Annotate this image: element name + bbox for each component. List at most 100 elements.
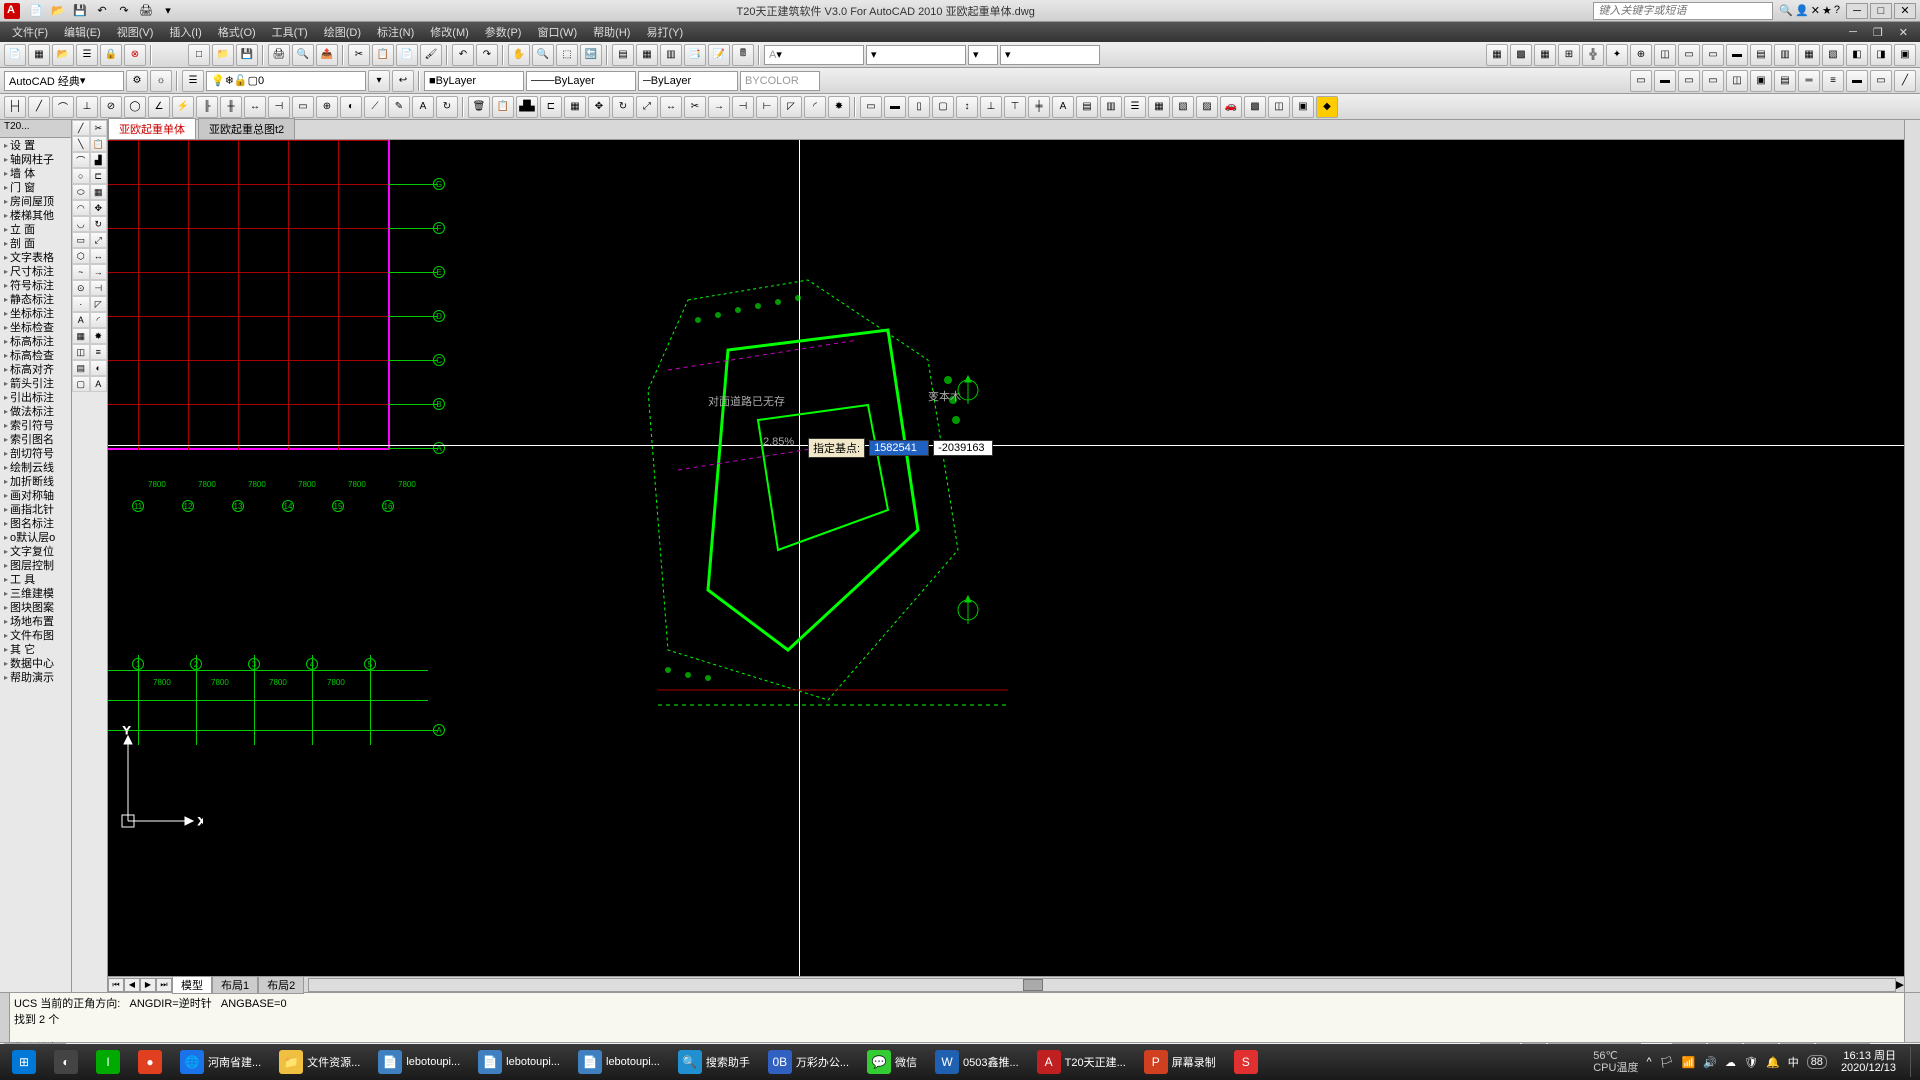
tb2-r8-icon[interactable]: ═ <box>1798 70 1820 92</box>
layout-last-icon[interactable]: ⏭ <box>156 978 172 992</box>
taskbar-item-11[interactable]: 💬微信 <box>859 1047 925 1077</box>
t3-17-icon[interactable]: ▩ <box>1244 96 1266 118</box>
mod-offset-icon[interactable]: ⊏ <box>540 96 562 118</box>
tb-props-icon[interactable]: ▤ <box>612 44 634 66</box>
tb-preview-icon[interactable]: 🔍 <box>292 44 314 66</box>
tb-match-icon[interactable]: 🖌 <box>420 44 442 66</box>
tangent-item-4[interactable]: 房间屋顶 <box>0 194 71 208</box>
tb-toolpal-icon[interactable]: ▥ <box>660 44 682 66</box>
tb2-r9-icon[interactable]: ≡ <box>1822 70 1844 92</box>
modify-tool-12[interactable]: ◜ <box>90 312 108 328</box>
draw-tool-8[interactable]: ⬡ <box>72 248 90 264</box>
t3-16-icon[interactable]: 🚗 <box>1220 96 1242 118</box>
tangent-item-9[interactable]: 尺寸标注 <box>0 264 71 278</box>
tb-r14-icon[interactable]: ▦ <box>1798 44 1820 66</box>
tb-r10-icon[interactable]: ▭ <box>1702 44 1724 66</box>
menu-dimension[interactable]: 标注(N) <box>369 22 422 42</box>
tangent-item-18[interactable]: 引出标注 <box>0 390 71 404</box>
tangent-item-30[interactable]: 图层控制 <box>0 558 71 572</box>
dim-insp-icon[interactable]: ◐ <box>340 96 362 118</box>
t3-6-icon[interactable]: ⊥ <box>980 96 1002 118</box>
plotstyle-combo[interactable]: BYCOLOR <box>740 71 820 91</box>
tangent-item-6[interactable]: 立 面 <box>0 222 71 236</box>
mod-trim-icon[interactable]: ✂ <box>684 96 706 118</box>
modify-tool-4[interactable]: ▦ <box>90 184 108 200</box>
tray-app3-icon[interactable]: 🔔 <box>1766 1056 1780 1069</box>
tangent-item-14[interactable]: 标高标注 <box>0 334 71 348</box>
layout-prev-icon[interactable]: ◀ <box>124 978 140 992</box>
taskbar-clock[interactable]: 16:13 周日2020/12/13 <box>1835 1050 1902 1074</box>
sign-in-icon[interactable]: 👤 <box>1795 4 1809 17</box>
linetype-combo[interactable]: ─── ByLayer <box>526 71 636 91</box>
tb-copy-icon[interactable]: 📋 <box>372 44 394 66</box>
cmdline-handle[interactable] <box>0 993 10 1042</box>
qat-dropdown-icon[interactable]: ▾ <box>158 2 178 20</box>
tb-sheet-icon[interactable]: ▦ <box>28 44 50 66</box>
tb-layer-icon[interactable]: ☰ <box>76 44 98 66</box>
tangent-item-28[interactable]: o默认层o <box>0 530 71 544</box>
ws-gear-icon[interactable]: ☼ <box>150 70 172 92</box>
draw-tool-10[interactable]: ⊙ <box>72 280 90 296</box>
t3-2-icon[interactable]: ▬ <box>884 96 906 118</box>
t3-14-icon[interactable]: ▧ <box>1172 96 1194 118</box>
tangent-item-17[interactable]: 箭头引注 <box>0 376 71 390</box>
t3-19-icon[interactable]: ▣ <box>1292 96 1314 118</box>
taskbar-item-2[interactable]: I <box>88 1047 128 1077</box>
menu-help[interactable]: 帮助(H) <box>585 22 638 42</box>
tb-r1-icon[interactable]: ▦ <box>1486 44 1508 66</box>
tb-close-icon[interactable]: ⊗ <box>124 44 146 66</box>
draw-tool-3[interactable]: ○ <box>72 168 90 184</box>
tb-publish-icon[interactable]: 📤 <box>316 44 338 66</box>
tb-r18-icon[interactable]: ▣ <box>1894 44 1916 66</box>
tangent-item-12[interactable]: 坐标标注 <box>0 306 71 320</box>
layout-first-icon[interactable]: ⏮ <box>108 978 124 992</box>
dyn-input-x[interactable]: 1582541 <box>869 440 929 456</box>
tb-new-icon[interactable]: 📄 <box>4 44 26 66</box>
t3-8-icon[interactable]: ╪ <box>1028 96 1050 118</box>
tangent-item-10[interactable]: 符号标注 <box>0 278 71 292</box>
tb-r15-icon[interactable]: ▧ <box>1822 44 1844 66</box>
t3-3-icon[interactable]: ▯ <box>908 96 930 118</box>
tangent-item-13[interactable]: 坐标检查 <box>0 320 71 334</box>
tb2-r2-icon[interactable]: ▬ <box>1654 70 1676 92</box>
mod-extend-icon[interactable]: → <box>708 96 730 118</box>
tangent-item-38[interactable]: 帮助演示 <box>0 670 71 684</box>
tb-cut-icon[interactable]: ✂ <box>348 44 370 66</box>
menu-tools[interactable]: 工具(T) <box>264 22 316 42</box>
tangent-item-11[interactable]: 静态标注 <box>0 292 71 306</box>
maximize-button[interactable]: □ <box>1870 3 1892 19</box>
infocenter-icon[interactable]: 🔍 <box>1779 4 1793 17</box>
tray-app2-icon[interactable]: 🛡 <box>1744 1056 1758 1069</box>
mod-move-icon[interactable]: ✥ <box>588 96 610 118</box>
tb-r3-icon[interactable]: ▦ <box>1534 44 1556 66</box>
taskbar-item-1[interactable]: ◐ <box>46 1047 86 1077</box>
layer-combo[interactable]: 💡❄🔓▢ 0 <box>206 71 366 91</box>
dim-edit-icon[interactable]: ✎ <box>388 96 410 118</box>
mod-stretch-icon[interactable]: ↔ <box>660 96 682 118</box>
draw-tool-7[interactable]: ▭ <box>72 232 90 248</box>
tangent-item-19[interactable]: 做法标注 <box>0 404 71 418</box>
tb2-r3-icon[interactable]: ▭ <box>1678 70 1700 92</box>
tangent-item-29[interactable]: 文字复位 <box>0 544 71 558</box>
taskbar-item-3[interactable]: ● <box>130 1047 170 1077</box>
cmdline-scroll[interactable] <box>1904 993 1920 1042</box>
qat-print-icon[interactable]: 🖨 <box>136 2 156 20</box>
draw-tool-9[interactable]: ~ <box>72 264 90 280</box>
draw-tool-6[interactable]: ◡ <box>72 216 90 232</box>
tangent-item-25[interactable]: 画对称轴 <box>0 488 71 502</box>
modify-tool-1[interactable]: 📋 <box>90 136 108 152</box>
tb-undo-icon[interactable]: ↶ <box>452 44 474 66</box>
tray-net-icon[interactable]: 📶 <box>1682 1056 1696 1069</box>
dim-center-icon[interactable]: ⊕ <box>316 96 338 118</box>
modify-tool-0[interactable]: ✂ <box>90 120 108 136</box>
mod-mirror-icon[interactable]: ▟▙ <box>516 96 538 118</box>
tb-zoomwin-icon[interactable]: ⬚ <box>556 44 578 66</box>
t3-13-icon[interactable]: ▦ <box>1148 96 1170 118</box>
taskbar-item-10[interactable]: 0B万彩办公... <box>760 1047 857 1077</box>
layer-props-icon[interactable]: ☰ <box>182 70 204 92</box>
dim-rad-icon[interactable]: ⊘ <box>100 96 122 118</box>
tb-r8-icon[interactable]: ◫ <box>1654 44 1676 66</box>
tb-r17-icon[interactable]: ◨ <box>1870 44 1892 66</box>
dim-ord-icon[interactable]: ⊥ <box>76 96 98 118</box>
tangent-item-20[interactable]: 索引符号 <box>0 418 71 432</box>
